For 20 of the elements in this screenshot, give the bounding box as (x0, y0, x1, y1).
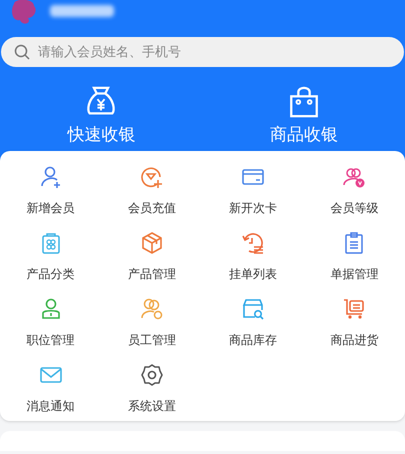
quick-action-button[interactable]: 快速收银 (67, 85, 136, 148)
menu-item[interactable]: 新增会员 (26, 165, 75, 217)
menu-item[interactable]: 挂单列表 (229, 231, 278, 283)
blurred-store-name (50, 5, 114, 17)
menu-item[interactable]: 新开次卡 (229, 165, 278, 217)
logo-icon (10, 0, 38, 26)
search-icon (14, 44, 30, 60)
menu-item[interactable]: 系统设置 (128, 363, 176, 415)
menu-item[interactable]: 产品分类 (26, 231, 75, 283)
menu-item[interactable]: 消息通知 (26, 363, 75, 415)
menu-item[interactable]: 员工管理 (128, 297, 176, 349)
search-field[interactable]: 请输入会员姓名、手机号 (1, 37, 404, 67)
quick-action-button[interactable]: 商品收银 (270, 85, 338, 148)
menu-item[interactable]: 商品进货 (330, 297, 378, 349)
menu-item[interactable]: 商品库存 (229, 297, 278, 349)
menu-item[interactable]: 产品管理 (128, 231, 176, 283)
menu-item[interactable]: 会员充值 (128, 165, 176, 217)
menu-item[interactable]: 职位管理 (26, 297, 75, 349)
menu-item[interactable]: 单据管理 (330, 231, 378, 283)
menu-item[interactable]: 会员等级 (330, 165, 378, 217)
